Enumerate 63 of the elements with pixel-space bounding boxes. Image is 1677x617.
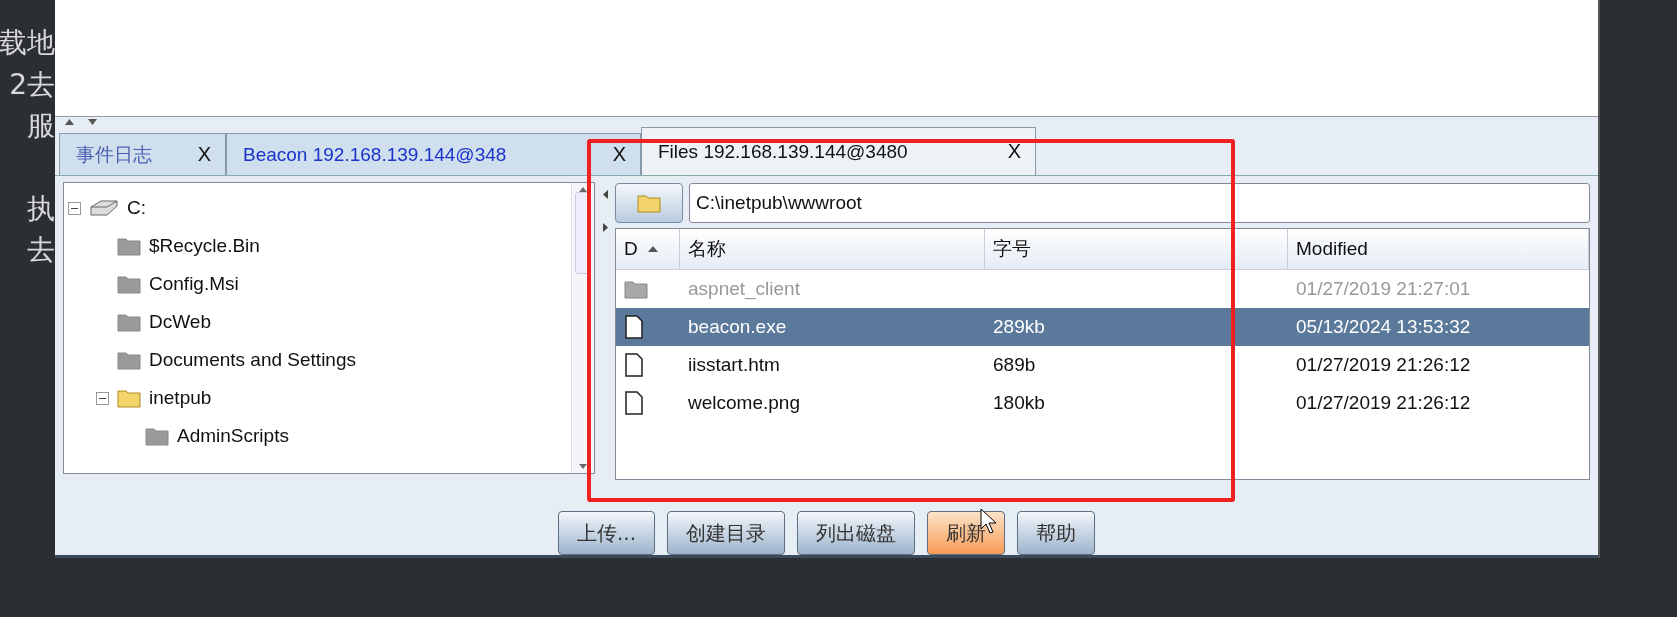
toolbar-button[interactable]: 创建目录	[667, 511, 786, 555]
tree-item[interactable]: C:	[127, 197, 146, 219]
background-text: 载地	[0, 25, 55, 61]
file-icon	[624, 315, 644, 339]
sort-ascending-icon	[647, 246, 658, 252]
file-icon	[624, 353, 644, 377]
toolbar-button[interactable]: 上传...	[557, 511, 656, 555]
folder-icon	[117, 350, 141, 370]
right-arrow-icon[interactable]	[602, 223, 608, 232]
file-row[interactable]: iisstart.htm 689b 01/27/2019 21:26:12	[616, 346, 1589, 384]
table-cell-text: 289kb	[992, 316, 1046, 338]
folder-icon	[117, 236, 141, 256]
tree-item[interactable]: $Recycle.Bin	[149, 235, 260, 257]
background-text: 执	[27, 190, 55, 227]
table-cell-text: 689b	[992, 354, 1037, 376]
folder-icon	[637, 193, 661, 213]
tab[interactable]: Beacon 192.168.139.144@348 X	[226, 133, 641, 175]
folder-icon	[117, 388, 141, 408]
background-text: 服	[27, 108, 55, 144]
table-cell-text: 01/27/2019 21:27:01	[1295, 278, 1472, 300]
toolbar-button[interactable]: 帮助	[1017, 511, 1096, 555]
column-header[interactable]: Modified	[1288, 229, 1589, 269]
up-arrow-icon[interactable]	[65, 119, 74, 125]
column-header[interactable]: 名称	[680, 229, 985, 269]
file-row[interactable]: welcome.png 180kb 01/27/2019 21:26:12	[616, 384, 1589, 422]
tree-item[interactable]: AdminScripts	[177, 425, 289, 447]
close-button[interactable]: X	[1007, 140, 1021, 163]
column-header[interactable]: D	[616, 229, 680, 269]
tree-item[interactable]: Config.Msi	[149, 273, 239, 295]
tab[interactable]: 事件日志 X	[59, 133, 226, 175]
background-text: 2去	[9, 66, 55, 103]
table-cell-text: iisstart.htm	[687, 354, 781, 376]
folder-icon	[145, 426, 169, 446]
table-cell-text: 05/13/2024 13:53:32	[1295, 316, 1472, 338]
down-arrow-icon[interactable]	[88, 119, 97, 125]
file-icon	[624, 391, 644, 415]
table-cell-text: welcome.png	[687, 392, 801, 414]
background-text: 去	[27, 232, 55, 268]
folder-icon	[624, 279, 648, 299]
close-button[interactable]: X	[197, 143, 211, 166]
path-field[interactable]: C:\inetpub\wwwroot	[689, 183, 1590, 223]
toolbar-button[interactable]: 刷新	[927, 511, 1006, 555]
scroll-down-icon[interactable]	[579, 464, 587, 469]
folder-icon	[117, 312, 141, 332]
collapse-toggle[interactable]	[96, 391, 109, 405]
file-row[interactable]: beacon.exe 289kb 05/13/2024 13:53:32	[616, 308, 1589, 346]
table-cell-text: 01/27/2019 21:26:12	[1295, 354, 1472, 376]
toolbar-button[interactable]: 列出磁盘	[797, 511, 916, 555]
folder-icon	[117, 274, 141, 294]
tree-item[interactable]: Documents and Settings	[149, 349, 356, 371]
table-cell-text: aspnet_client	[687, 278, 801, 300]
drive-icon	[89, 198, 119, 218]
table-cell-text: 180kb	[992, 392, 1046, 414]
tree-item[interactable]: DcWeb	[149, 311, 211, 333]
column-header[interactable]: 字号	[985, 229, 1288, 269]
table-cell-text: 01/27/2019 21:26:12	[1295, 392, 1472, 414]
tab[interactable]: Files 192.168.139.144@3480 X	[641, 127, 1036, 175]
left-arrow-icon[interactable]	[602, 190, 608, 199]
close-button[interactable]: X	[612, 143, 626, 166]
collapse-toggle[interactable]	[68, 201, 81, 215]
tree-item[interactable]: inetpub	[149, 387, 212, 409]
table-cell-text: beacon.exe	[687, 316, 788, 338]
folder-button[interactable]	[615, 183, 683, 223]
